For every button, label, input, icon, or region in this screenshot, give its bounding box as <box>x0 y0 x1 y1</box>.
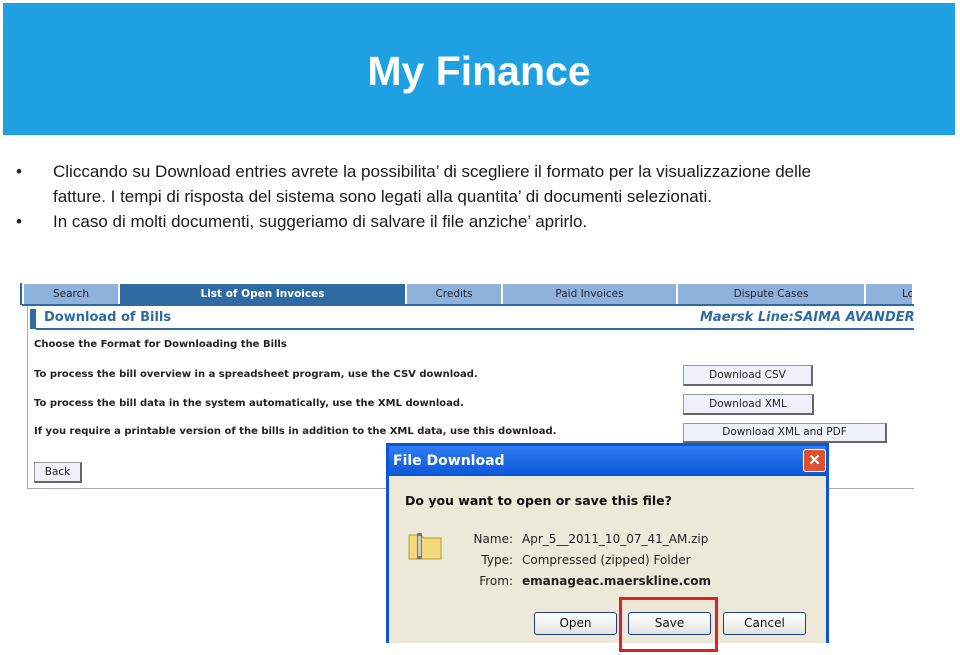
slide-title: My Finance <box>367 48 591 94</box>
open-button[interactable]: Open <box>534 612 617 635</box>
download-xml-button[interactable]: Download XML <box>683 394 814 415</box>
file-name: Apr_5__2011_10_07_41_AM.zip <box>522 532 709 546</box>
bullet-1-line-1: Cliccando su Download entries avrete la … <box>53 162 812 181</box>
back-button[interactable]: Back <box>34 462 82 483</box>
format-heading: Choose the Format for Downloading the Bi… <box>34 339 287 350</box>
file-type: Compressed (zipped) Folder <box>522 553 691 567</box>
save-highlight-box <box>619 597 718 652</box>
tab-lo[interactable]: Lo <box>866 284 914 304</box>
dialog-question: Do you want to open or save this file? <box>405 493 672 508</box>
dialog-title: File Download <box>389 446 826 476</box>
section-title: Download of Bills <box>44 310 172 325</box>
slide-header: My Finance <box>3 3 955 135</box>
csv-description: To process the bill overview in a spread… <box>34 369 478 380</box>
xml-pdf-description: If you require a printable version of th… <box>34 426 557 437</box>
bullet-2: In caso di molti documenti, suggeriamo d… <box>53 212 588 231</box>
bullet-icon: • <box>16 212 22 231</box>
tab-list-of-open-invoices[interactable]: List of Open Invoices <box>120 284 407 305</box>
cancel-button[interactable]: Cancel <box>723 612 806 635</box>
section-underline <box>36 328 914 330</box>
tab-credits[interactable]: Credits <box>407 284 503 304</box>
file-download-dialog: File Download ✕ Do you want to open or s… <box>386 443 829 643</box>
close-icon[interactable]: ✕ <box>803 449 826 472</box>
account-name: Maersk Line:SAIMA AVANDERO <box>700 310 914 325</box>
tab-search[interactable]: Search <box>24 284 120 304</box>
from-label: From: <box>479 574 513 588</box>
section-marker <box>30 309 36 329</box>
download-csv-button[interactable]: Download CSV <box>683 365 813 386</box>
tab-bar-edge <box>20 283 22 305</box>
bullet-icon: • <box>16 162 22 181</box>
xml-description: To process the bill data in the system a… <box>34 398 464 409</box>
name-label: Name: <box>473 532 513 546</box>
zip-folder-icon <box>408 530 443 560</box>
bullet-1-line-2: fatture. I tempi di risposta del sistema… <box>53 187 712 206</box>
type-label: Type: <box>481 553 513 567</box>
file-source: emanageac.maerskline.com <box>522 574 711 588</box>
tab-paid-invoices[interactable]: Paid Invoices <box>503 284 678 304</box>
download-xml-pdf-button[interactable]: Download XML and PDF <box>683 423 887 443</box>
tab-dispute-cases[interactable]: Dispute Cases <box>678 284 866 304</box>
